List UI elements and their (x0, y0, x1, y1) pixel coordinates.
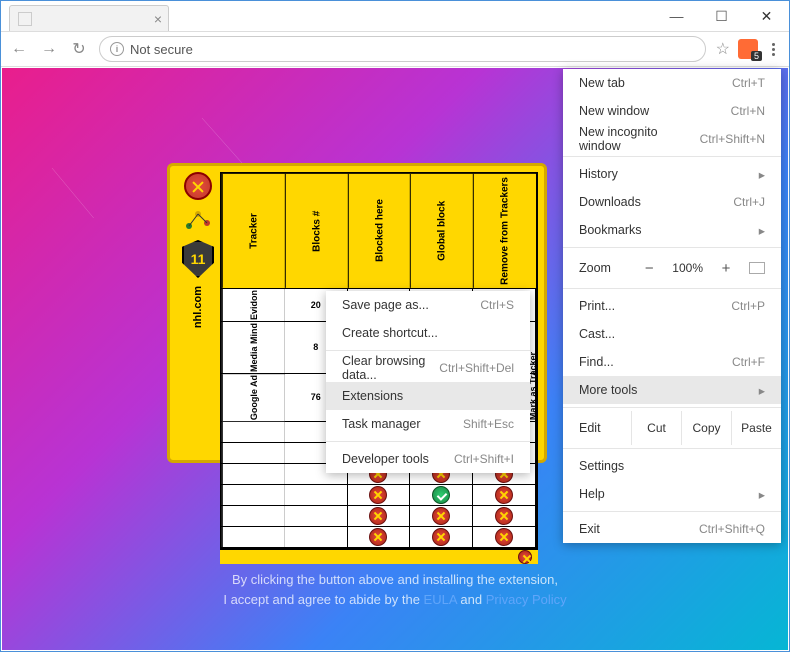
tracker-count: 11 (191, 251, 206, 267)
close-button[interactable]: ✕ (744, 1, 789, 31)
chrome-menu-button[interactable] (766, 37, 781, 62)
tracker-name: Google Ad (222, 374, 285, 421)
fullscreen-icon[interactable] (749, 262, 765, 274)
info-icon[interactable]: i (110, 42, 124, 56)
window-controls: — ☐ ✕ (654, 1, 789, 31)
menu-exit[interactable]: ExitCtrl+Shift+Q (563, 515, 781, 543)
menu-edit-row: EditCutCopyPaste (563, 411, 781, 445)
block-icon[interactable] (432, 528, 450, 546)
disclaimer-line2: I accept and agree to abide by the (223, 592, 423, 607)
maximize-button[interactable]: ☐ (699, 1, 744, 31)
tab-favicon (18, 12, 32, 26)
menu-zoom: Zoom−100%+ (563, 251, 781, 285)
reload-button[interactable]: ↻ (69, 39, 89, 59)
more-tools-submenu: Save page as...Ctrl+S Create shortcut...… (326, 291, 530, 473)
submenu-save-page[interactable]: Save page as...Ctrl+S (326, 291, 530, 319)
cut-button[interactable]: Cut (631, 411, 681, 445)
extension-badge: 5 (751, 51, 762, 61)
zoom-out-button[interactable]: − (638, 260, 660, 277)
block-icon[interactable] (495, 486, 513, 504)
col-global-block: Global block (410, 174, 473, 288)
titlebar: × — ☐ ✕ (1, 1, 789, 31)
block-icon[interactable] (369, 486, 387, 504)
tracker-footer: Mark as Tracker (220, 550, 538, 564)
chevron-right-icon: ▸ (759, 167, 765, 182)
disclaimer: By clicking the button above and install… (223, 570, 566, 609)
disclaimer-and: and (457, 592, 486, 607)
browser-tab[interactable]: × (9, 5, 169, 31)
col-tracker: Tracker (222, 174, 285, 288)
menu-separator (563, 288, 781, 289)
minimize-button[interactable]: — (654, 1, 699, 31)
tracker-panel-side: 11 nhl.com (176, 172, 220, 454)
eula-link[interactable]: EULA (424, 592, 457, 607)
col-blocks: Blocks # (285, 174, 348, 288)
block-icon[interactable] (495, 507, 513, 525)
allow-icon[interactable] (432, 486, 450, 504)
menu-more-tools[interactable]: More tools▸ (563, 376, 781, 404)
shield-icon: 11 (182, 240, 214, 278)
extension-icon[interactable]: 5 (738, 39, 758, 59)
panel-close-icon[interactable] (184, 172, 212, 200)
toolbar: ← → ↻ i Not secure ☆ 5 (1, 31, 789, 67)
menu-incognito[interactable]: New incognito windowCtrl+Shift+N (563, 125, 781, 153)
block-icon[interactable] (432, 507, 450, 525)
block-icon[interactable] (518, 550, 532, 564)
menu-separator (563, 247, 781, 248)
menu-settings[interactable]: Settings (563, 452, 781, 480)
menu-help[interactable]: Help▸ (563, 480, 781, 508)
tracker-name: Media Mind (222, 322, 285, 373)
tracker-header-row: Tracker Blocks # Blocked here Global blo… (222, 174, 536, 289)
tab-close-icon[interactable]: × (154, 11, 162, 27)
submenu-extensions[interactable]: Extensions (326, 382, 530, 410)
menu-print[interactable]: Print...Ctrl+P (563, 292, 781, 320)
menu-history[interactable]: History▸ (563, 160, 781, 188)
menu-separator (326, 441, 530, 442)
menu-separator (563, 511, 781, 512)
back-button[interactable]: ← (9, 40, 29, 58)
chevron-right-icon: ▸ (759, 383, 765, 398)
menu-separator (563, 448, 781, 449)
network-icon (183, 208, 213, 232)
block-icon[interactable] (369, 507, 387, 525)
zoom-value: 100% (672, 261, 703, 275)
privacy-link[interactable]: Privacy Policy (486, 592, 567, 607)
paste-button[interactable]: Paste (731, 411, 781, 445)
forward-button[interactable]: → (39, 40, 59, 58)
tracker-domain: nhl.com (192, 286, 204, 328)
chevron-right-icon: ▸ (759, 223, 765, 238)
menu-cast[interactable]: Cast... (563, 320, 781, 348)
toolbar-right: ☆ 5 (716, 37, 781, 62)
menu-separator (563, 156, 781, 157)
tracker-row (222, 506, 536, 527)
browser-window: × — ☐ ✕ ← → ↻ i Not secure ☆ 5 (0, 0, 790, 652)
submenu-create-shortcut[interactable]: Create shortcut... (326, 319, 530, 347)
submenu-clear-data[interactable]: Clear browsing data...Ctrl+Shift+Del (326, 354, 530, 382)
block-icon[interactable] (495, 528, 513, 546)
tab-strip: × (1, 1, 169, 31)
col-remove: Remove from Trackers (473, 174, 536, 288)
block-icon[interactable] (369, 528, 387, 546)
submenu-dev-tools[interactable]: Developer toolsCtrl+Shift+I (326, 445, 530, 473)
submenu-task-manager[interactable]: Task managerShift+Esc (326, 410, 530, 438)
menu-separator (326, 350, 530, 351)
chevron-right-icon: ▸ (759, 487, 765, 502)
col-blocked-here: Blocked here (348, 174, 411, 288)
security-status: Not secure (130, 42, 193, 57)
zoom-in-button[interactable]: + (715, 260, 737, 277)
copy-button[interactable]: Copy (681, 411, 731, 445)
menu-find[interactable]: Find...Ctrl+F (563, 348, 781, 376)
menu-new-window[interactable]: New windowCtrl+N (563, 97, 781, 125)
tracker-name: Evidon (222, 289, 285, 321)
disclaimer-line1: By clicking the button above and install… (232, 572, 558, 587)
menu-new-tab[interactable]: New tabCtrl+T (563, 69, 781, 97)
bookmark-star-icon[interactable]: ☆ (716, 39, 730, 59)
menu-downloads[interactable]: DownloadsCtrl+J (563, 188, 781, 216)
tracker-row (222, 485, 536, 506)
chrome-main-menu: New tabCtrl+T New windowCtrl+N New incog… (563, 69, 781, 543)
menu-separator (563, 407, 781, 408)
address-bar[interactable]: i Not secure (99, 36, 706, 62)
menu-bookmarks[interactable]: Bookmarks▸ (563, 216, 781, 244)
tracker-row (222, 527, 536, 548)
